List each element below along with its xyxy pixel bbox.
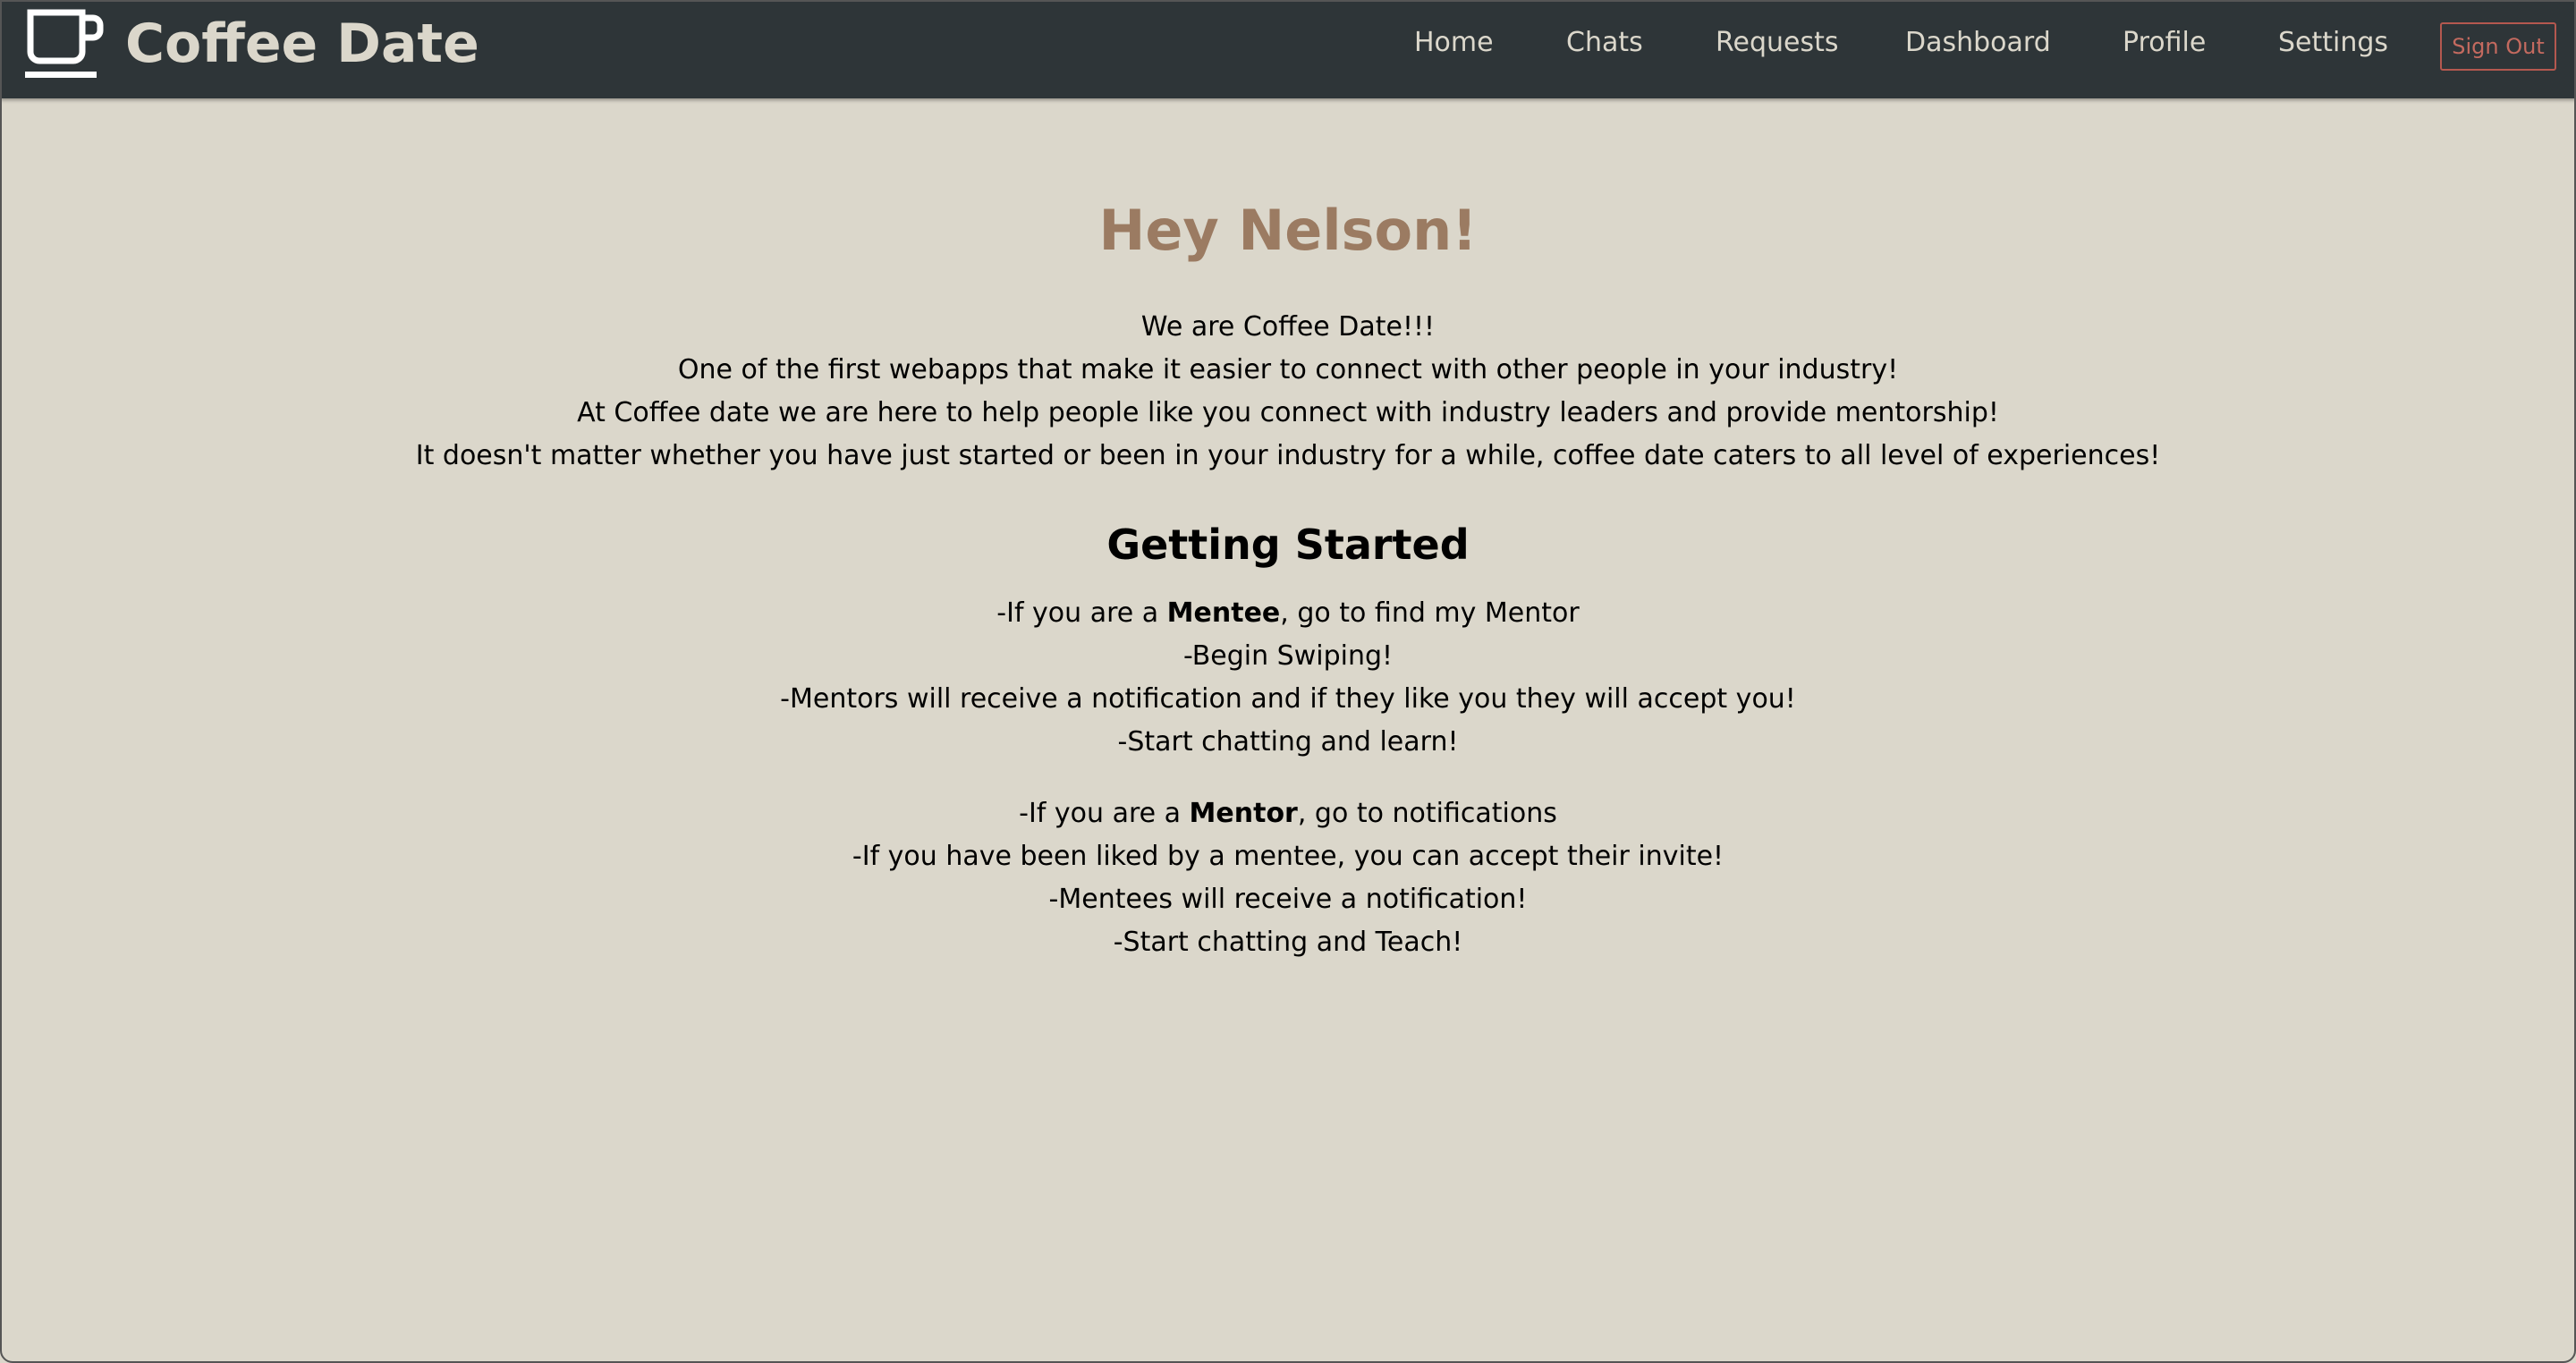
coffee-cup-icon bbox=[25, 9, 104, 78]
intro-line: It doesn't matter whether you have just … bbox=[415, 440, 2161, 471]
greeting-heading: Hey Nelson! bbox=[1098, 198, 1478, 263]
nav-home[interactable]: Home bbox=[1414, 21, 1494, 64]
mentee-suffix: , go to find my Mentor bbox=[1280, 597, 1580, 629]
mentee-role: Mentee bbox=[1166, 597, 1281, 629]
mentee-steps: -If you are a Mentee, go to find my Ment… bbox=[0, 592, 2576, 764]
home-content: Hey Nelson! We are Coffee Date!!! One of… bbox=[0, 98, 2576, 964]
top-navbar: Coffee Date Home Chats Requests Dashboar… bbox=[0, 0, 2576, 98]
nav-requests[interactable]: Requests bbox=[1716, 21, 1839, 64]
mentor-step: -Mentees will receive a notification! bbox=[1048, 884, 1528, 915]
nav-profile[interactable]: Profile bbox=[2123, 21, 2206, 64]
sign-out-button[interactable]: Sign Out bbox=[2440, 22, 2556, 71]
mentee-prefix: -If you are a bbox=[996, 597, 1167, 629]
mentor-step: -Start chatting and Teach! bbox=[1113, 927, 1463, 958]
mentor-step: -If you have been liked by a mentee, you… bbox=[852, 841, 1724, 872]
getting-started-heading: Getting Started bbox=[1106, 521, 1470, 569]
nav-settings[interactable]: Settings bbox=[2278, 21, 2388, 64]
intro-line: At Coffee date we are here to help peopl… bbox=[577, 397, 1999, 428]
mentee-intro-line: -If you are a Mentee, go to find my Ment… bbox=[0, 592, 2576, 635]
mentee-step: -Mentors will receive a notification and… bbox=[780, 683, 1796, 715]
nav-dashboard[interactable]: Dashboard bbox=[1905, 21, 2051, 64]
mentor-steps: -If you are a Mentor, go to notification… bbox=[0, 792, 2576, 964]
nav-chats[interactable]: Chats bbox=[1566, 21, 1643, 64]
mentor-prefix: -If you are a bbox=[1019, 798, 1190, 829]
mentor-suffix: , go to notifications bbox=[1297, 798, 1557, 829]
intro-text: We are Coffee Date!!! One of the first w… bbox=[0, 306, 2576, 478]
mentee-step: -Start chatting and learn! bbox=[1117, 726, 1459, 758]
mentor-intro-line: -If you are a Mentor, go to notification… bbox=[0, 792, 2576, 835]
intro-line: One of the first webapps that make it ea… bbox=[677, 354, 1899, 385]
intro-line: We are Coffee Date!!! bbox=[1140, 311, 1436, 343]
mentor-role: Mentor bbox=[1189, 798, 1298, 829]
mentee-step: -Begin Swiping! bbox=[1182, 640, 1394, 672]
brand-title[interactable]: Coffee Date bbox=[125, 7, 479, 80]
